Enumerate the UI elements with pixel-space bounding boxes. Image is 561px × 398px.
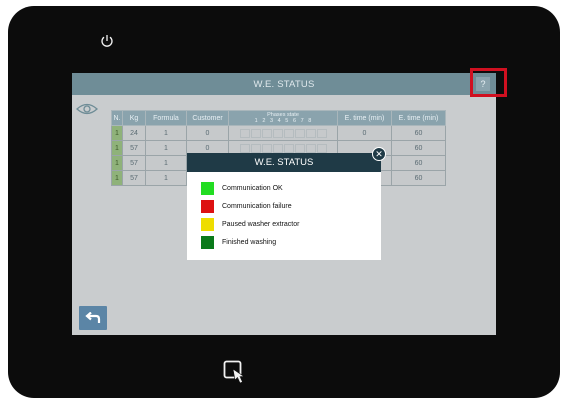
legend-item: Communication OK [201,182,299,195]
phase-numbers: 1 2 3 4 5 6 7 8 [229,118,337,124]
legend-item: Communication failure [201,200,299,213]
cell-formula: 1 [145,125,187,141]
cell-formula: 1 [145,170,187,186]
cell-e-time-total: 60 [391,155,446,171]
phase-number: 5 [285,118,289,124]
table-row[interactable]: 1 24 1 0 0 60 [111,125,446,141]
phase-number: 2 [262,118,266,124]
col-header-formula: Formula [145,110,187,126]
status-legend-dialog: W.E. STATUS ✕ Communication OK Communica… [187,147,386,260]
cell-kg: 57 [122,155,146,171]
cell-kg: 24 [122,125,146,141]
cell-e-time-total: 60 [391,140,446,156]
cell-kg: 57 [122,140,146,156]
phase-number: 3 [269,118,274,124]
status-legend: Communication OK Communication failure P… [201,182,299,254]
col-header-kg: Kg [122,110,146,126]
back-arrow-icon [85,312,101,323]
cell-formula: 1 [145,140,187,156]
col-header-e-time: E. time (min) [337,110,392,126]
col-header-phases: Phases state 1 2 3 4 5 6 7 8 [228,110,338,126]
cell-e-time: 0 [337,125,392,141]
swatch-communication-failure [201,200,214,213]
cell-e-time-total: 60 [391,170,446,186]
dialog-title: W.E. STATUS [187,153,381,172]
cell-customer: 0 [186,125,229,141]
phase-number: 7 [300,118,304,124]
phase-number: 1 [254,118,258,124]
cell-e-time-total: 60 [391,125,446,141]
swatch-paused [201,218,214,231]
back-button[interactable] [79,306,107,330]
swatch-finished [201,236,214,249]
cell-formula: 1 [145,155,187,171]
legend-label: Communication OK [222,185,283,192]
legend-label: Finished washing [222,239,277,246]
legend-item: Finished washing [201,236,299,249]
legend-label: Paused washer extractor [222,221,300,228]
cell-phases [228,125,338,141]
close-icon[interactable]: ✕ [372,147,386,161]
col-header-e-time-total: E. time (min) [391,110,446,126]
legend-item: Paused washer extractor [201,218,299,231]
col-header-customer: Customer [186,110,229,126]
phase-number: 4 [277,118,281,124]
cell-kg: 57 [122,170,146,186]
eye-icon[interactable] [76,102,98,116]
help-highlight-box [470,68,507,97]
touch-hand-icon[interactable] [223,360,253,386]
legend-label: Communication failure [222,203,292,210]
col-header-n: N. [111,110,123,126]
cell-n: 1 [111,170,123,186]
cell-n: 1 [111,155,123,171]
cell-n: 1 [111,140,123,156]
window-title: W.E. STATUS [72,73,496,95]
phase-number: 6 [292,118,297,124]
power-icon[interactable] [99,33,115,49]
phase-number: 8 [308,118,312,124]
cell-n: 1 [111,125,123,141]
swatch-communication-ok [201,182,214,195]
